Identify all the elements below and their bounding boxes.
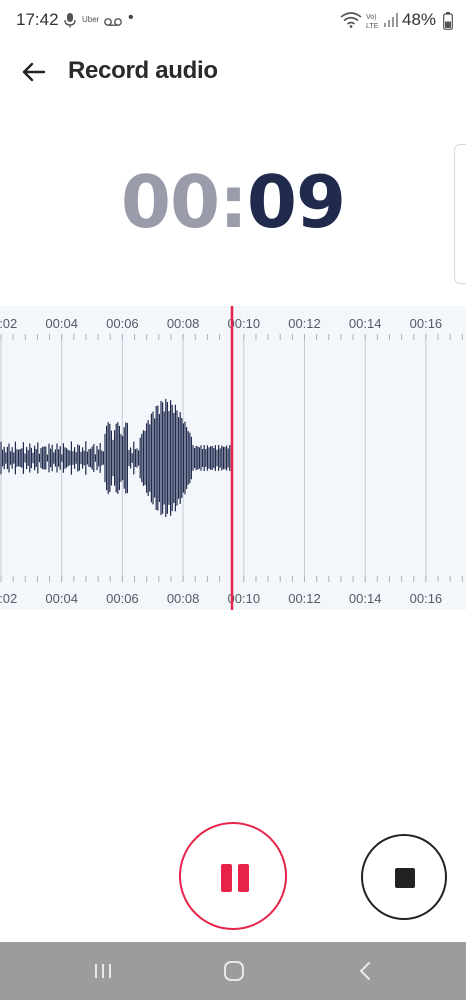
tick-label-top: 00:14 <box>349 316 382 331</box>
recents-icon <box>95 964 111 978</box>
uber-notification-label: Uber <box>82 15 100 24</box>
volte-icon: Vo) LTE <box>365 12 383 35</box>
tick-label-top: 00:06 <box>106 316 139 331</box>
timer-bright-digits: 09 <box>246 160 346 244</box>
tick-label-top: 00:02 <box>0 316 17 331</box>
pause-button[interactable] <box>179 822 287 930</box>
tick-label-bottom: 00:08 <box>167 591 200 606</box>
tick-label-bottom: 00:02 <box>0 591 17 606</box>
svg-text:LTE: LTE <box>366 23 379 30</box>
home-icon <box>224 961 244 981</box>
tick-label-bottom: 00:12 <box>288 591 321 606</box>
waveform-view[interactable]: 00:0200:0400:0600:0800:1000:1200:1400:16… <box>0 306 466 610</box>
mic-icon <box>64 12 76 33</box>
voicemail-icon <box>104 14 122 32</box>
recents-button[interactable] <box>83 956 123 986</box>
back-chevron-icon <box>360 962 370 980</box>
signal-icon <box>384 13 398 32</box>
tick-label-bottom: 00:06 <box>106 591 139 606</box>
tick-label-bottom: 00:16 <box>410 591 443 606</box>
stop-icon <box>395 868 415 888</box>
tick-label-top: 00:04 <box>45 316 78 331</box>
tick-label-bottom: 00:14 <box>349 591 382 606</box>
svg-text:Vo): Vo) <box>366 14 377 21</box>
system-back-button[interactable] <box>345 956 385 986</box>
timer-dim-digits: 00 <box>120 160 220 244</box>
back-button[interactable] <box>18 56 52 88</box>
battery-icon <box>443 12 453 35</box>
system-nav-bar <box>0 942 466 1000</box>
status-bar: 17:42 Uber • Vo) LTE 48% <box>0 0 466 40</box>
timer-separator: : <box>219 160 248 244</box>
recording-timer: 00:09 <box>0 160 466 244</box>
tick-label-top: 00:12 <box>288 316 321 331</box>
tick-label-top: 00:16 <box>410 316 443 331</box>
notification-dot: • <box>128 9 134 26</box>
wifi-icon <box>340 12 362 33</box>
arrow-left-icon <box>22 62 46 82</box>
status-time: 17:42 <box>16 10 59 29</box>
stop-button[interactable] <box>361 834 447 920</box>
home-button[interactable] <box>214 956 254 986</box>
tick-label-bottom: 00:04 <box>45 591 78 606</box>
tick-label-top: 00:08 <box>167 316 200 331</box>
app-header: Record audio <box>0 48 466 96</box>
page-title: Record audio <box>68 57 218 84</box>
battery-percent: 48% <box>402 10 437 29</box>
